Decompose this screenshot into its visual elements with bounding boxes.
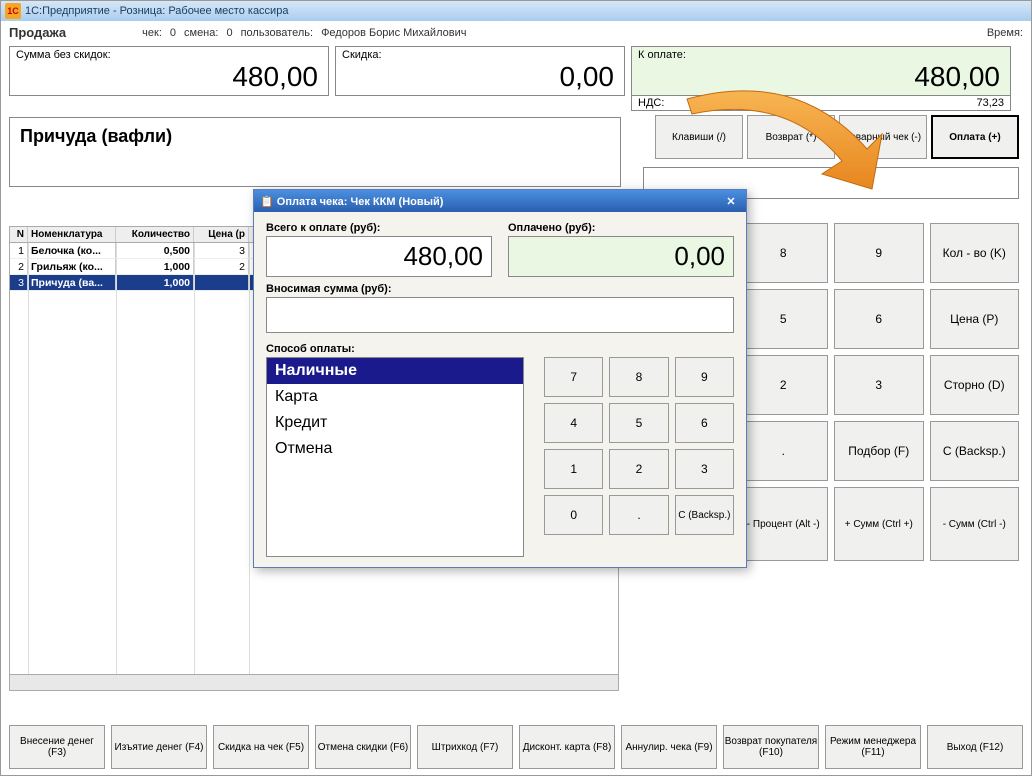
user-value: Федоров Борис Михайлович: [321, 27, 466, 39]
price-button[interactable]: Цена (P): [930, 289, 1020, 349]
receipt-button[interactable]: Товарный чек (-): [839, 115, 927, 159]
keypad-2[interactable]: 2: [739, 355, 829, 415]
col-n: N: [10, 227, 28, 242]
close-icon[interactable]: ✕: [722, 193, 740, 209]
keypad-3[interactable]: 3: [834, 355, 924, 415]
current-item-name: Причуда (вафли): [9, 117, 621, 187]
check-discount-button[interactable]: Скидка на чек (F5): [213, 725, 309, 769]
cancel-discount-button[interactable]: Отмена скидки (F6): [315, 725, 411, 769]
subtotal-label: Сумма без скидок:: [16, 49, 322, 61]
shift-label: смена:: [184, 27, 218, 39]
modal-keypad-0[interactable]: 0: [544, 495, 603, 535]
shift-value: 0: [226, 27, 232, 39]
total-due-value: 480,00: [266, 236, 492, 277]
mode-title: Продажа: [9, 25, 66, 40]
storno-button[interactable]: Сторно (D): [930, 355, 1020, 415]
nds-label: НДС:: [632, 96, 970, 110]
modal-keypad-6[interactable]: 6: [675, 403, 734, 443]
keypad-5[interactable]: 5: [739, 289, 829, 349]
app-logo-icon: 1C: [5, 3, 21, 19]
total-due-label: Всего к оплате (руб):: [266, 222, 492, 234]
modal-keypad-8[interactable]: 8: [609, 357, 668, 397]
modal-keypad-1[interactable]: 1: [544, 449, 603, 489]
check-value: 0: [170, 27, 176, 39]
paid-value: 0,00: [508, 236, 734, 277]
due-value: 480,00: [638, 61, 1004, 93]
withdraw-button[interactable]: Изъятие денег (F4): [111, 725, 207, 769]
pick-button[interactable]: Подбор (F): [834, 421, 924, 481]
tender-input[interactable]: [266, 297, 734, 333]
modal-keypad-dot[interactable]: .: [609, 495, 668, 535]
tender-label: Вносимая сумма (руб):: [266, 283, 734, 295]
subtotal-value: 480,00: [16, 61, 322, 93]
modal-keypad-5[interactable]: 5: [609, 403, 668, 443]
dialog-title: 📋 Оплата чека: Чек ККМ (Новый): [260, 195, 443, 208]
keypad-dot[interactable]: .: [739, 421, 829, 481]
percent-minus-button[interactable]: - Процент (Alt -): [739, 487, 829, 561]
keypad-8[interactable]: 8: [739, 223, 829, 283]
backspace-button[interactable]: C (Backsp.): [930, 421, 1020, 481]
check-label: чек:: [142, 27, 162, 39]
exit-button[interactable]: Выход (F12): [927, 725, 1023, 769]
modal-keypad-3[interactable]: 3: [675, 449, 734, 489]
discount-value: 0,00: [342, 61, 618, 93]
modal-keypad-9[interactable]: 9: [675, 357, 734, 397]
user-label: пользователь:: [241, 27, 314, 39]
payment-method-option[interactable]: Отмена: [267, 436, 523, 462]
keypad-6[interactable]: 6: [834, 289, 924, 349]
discount-label: Скидка:: [342, 49, 618, 61]
payment-method-label: Способ оплаты:: [266, 343, 734, 355]
modal-keypad-2[interactable]: 2: [609, 449, 668, 489]
discount-card-button[interactable]: Дисконт. карта (F8): [519, 725, 615, 769]
void-check-button[interactable]: Аннулир. чека (F9): [621, 725, 717, 769]
payment-method-option[interactable]: Карта: [267, 384, 523, 410]
payment-dialog: 📋 Оплата чека: Чек ККМ (Новый) ✕ Всего к…: [253, 189, 747, 568]
paid-label: Оплачено (руб):: [508, 222, 734, 234]
nds-value: 73,23: [970, 96, 1010, 110]
pay-button[interactable]: Оплата (+): [931, 115, 1019, 159]
horizontal-scrollbar[interactable]: [10, 674, 618, 690]
modal-backspace-button[interactable]: C (Backsp.): [675, 495, 734, 535]
keys-button[interactable]: Клавиши (/): [655, 115, 743, 159]
modal-keypad-4[interactable]: 4: [544, 403, 603, 443]
payment-method-list[interactable]: НаличныеКартаКредитОтмена: [266, 357, 524, 557]
deposit-button[interactable]: Внесение денег (F3): [9, 725, 105, 769]
return-button[interactable]: Возврат (*): [747, 115, 835, 159]
payment-method-option[interactable]: Кредит: [267, 410, 523, 436]
due-label: К оплате:: [638, 49, 1004, 61]
sum-minus-button[interactable]: - Сумм (Ctrl -): [930, 487, 1020, 561]
col-nomenclature: Номенклатура: [28, 227, 116, 242]
customer-return-button[interactable]: Возврат покупателя (F10): [723, 725, 819, 769]
window-title: 1С:Предприятие - Розница: Рабочее место …: [25, 5, 288, 17]
time-label: Время:: [987, 27, 1023, 39]
manager-mode-button[interactable]: Режим менеджера (F11): [825, 725, 921, 769]
col-price: Цена (р: [194, 227, 249, 242]
modal-keypad-7[interactable]: 7: [544, 357, 603, 397]
payment-method-option[interactable]: Наличные: [267, 358, 523, 384]
quantity-button[interactable]: Кол - во (K): [930, 223, 1020, 283]
keypad-9[interactable]: 9: [834, 223, 924, 283]
col-quantity: Количество: [116, 227, 194, 242]
sum-plus-button[interactable]: + Сумм (Ctrl +): [834, 487, 924, 561]
barcode-button[interactable]: Штрихкод (F7): [417, 725, 513, 769]
